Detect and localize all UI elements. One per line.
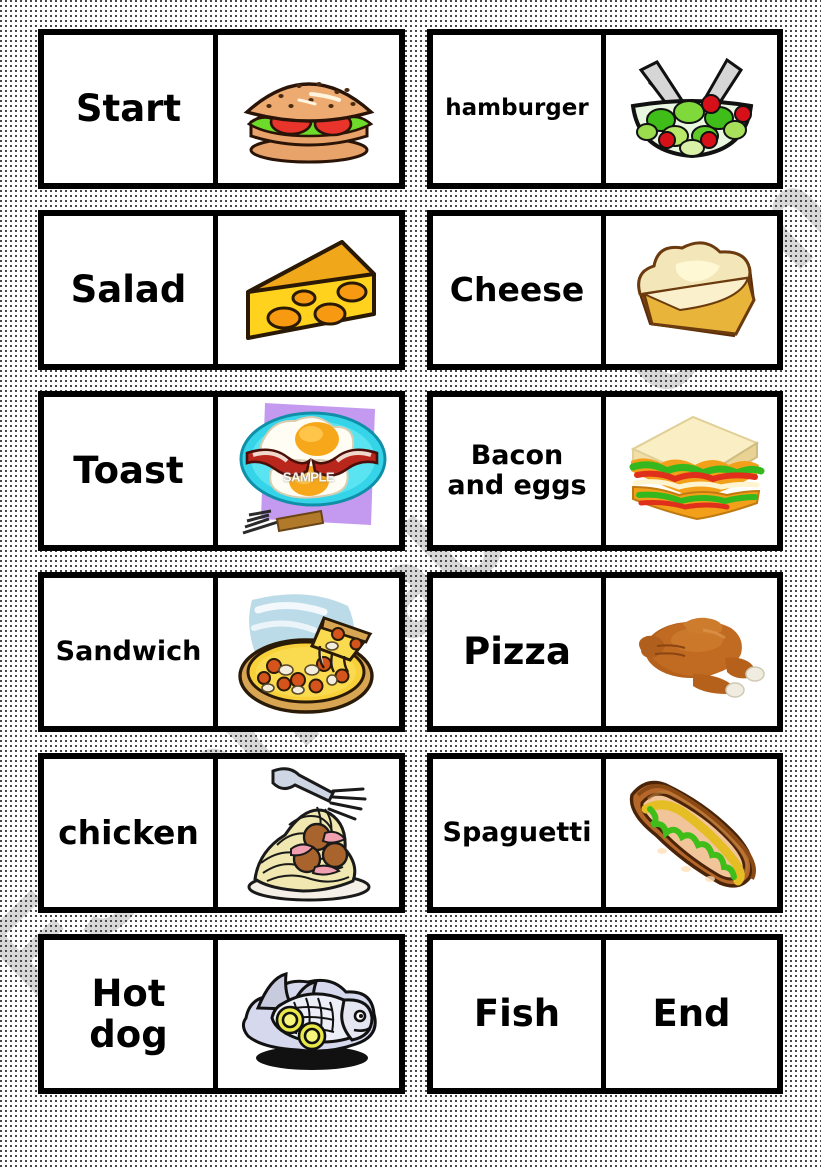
- domino-word-half: Start: [44, 35, 218, 183]
- domino-word-half: Sandwich: [44, 578, 218, 726]
- domino-word-label: Hot dog: [89, 971, 168, 1056]
- domino-picture-half: [606, 216, 777, 364]
- domino-card-cheese-toast[interactable]: Cheese: [427, 210, 783, 370]
- domino-word-half: Hot dog: [44, 940, 218, 1088]
- domino-card-salad-cheese[interactable]: Salad: [38, 210, 405, 370]
- domino-row: Toast SAMPLE Bacon and eggs: [38, 391, 783, 551]
- domino-card-toast-baconeggs[interactable]: Toast SAMPLE: [38, 391, 405, 551]
- pizza-icon: [237, 594, 374, 714]
- worksheet-page: ESLprintables.com Start hamburger Salad …: [0, 0, 821, 1169]
- domino-word-label: Fish: [473, 992, 561, 1036]
- domino-word-label: chicken: [58, 812, 199, 852]
- domino-row: Salad Cheese: [38, 210, 783, 370]
- domino-word-label-second: End: [652, 992, 731, 1036]
- domino-card-hamburger-salad[interactable]: hamburger: [427, 29, 783, 189]
- domino-word-half: Salad: [44, 216, 218, 364]
- domino-row: Start hamburger: [38, 29, 783, 189]
- domino-word-label: Spaguetti: [442, 816, 592, 848]
- domino-word-half: Bacon and eggs: [433, 397, 606, 545]
- roast-chicken-icon: [638, 617, 765, 698]
- domino-word-label: Pizza: [463, 630, 571, 674]
- domino-word-label: Bacon and eggs: [447, 439, 587, 501]
- domino-word-label: Toast: [73, 449, 184, 493]
- bacon-and-eggs-icon: [239, 403, 386, 535]
- domino-word-half-second: End: [606, 940, 777, 1088]
- domino-word-label: Salad: [70, 268, 187, 312]
- domino-word-half: Pizza: [433, 578, 606, 726]
- domino-card-start-hamburger[interactable]: Start: [38, 29, 405, 189]
- salad-bowl-icon: [630, 57, 753, 159]
- domino-picture-half: [218, 759, 399, 907]
- domino-word-label: Cheese: [449, 269, 585, 309]
- domino-picture-half: [218, 216, 399, 364]
- domino-picture-half: [606, 35, 777, 183]
- domino-row: chicken Spaguetti: [38, 753, 783, 913]
- domino-card-chicken-spaguetti[interactable]: chicken: [38, 753, 405, 913]
- fish-icon: [241, 972, 377, 1070]
- domino-card-sandwich-pizza[interactable]: Sandwich: [38, 572, 405, 732]
- buttered-toast-icon: [636, 241, 756, 338]
- domino-word-half: chicken: [44, 759, 218, 907]
- domino-picture-half: SAMPLE: [218, 397, 399, 545]
- domino-word-label: hamburger: [445, 95, 589, 122]
- domino-picture-half: [606, 759, 777, 907]
- domino-picture-half: [218, 35, 399, 183]
- spaghetti-icon: [247, 767, 370, 902]
- cheese-wedge-icon: [245, 240, 376, 340]
- domino-word-half: Cheese: [433, 216, 606, 364]
- domino-word-half: hamburger: [433, 35, 606, 183]
- domino-picture-half: [218, 940, 399, 1088]
- domino-word-half: Fish: [433, 940, 606, 1088]
- domino-picture-half: [218, 578, 399, 726]
- domino-picture-half: [606, 578, 777, 726]
- hamburger-icon: [243, 82, 374, 164]
- domino-word-label: Start: [75, 87, 182, 131]
- domino-picture-half: [606, 397, 777, 545]
- domino-grid: Start hamburger Salad Cheese Toast SAMPL…: [38, 29, 783, 1094]
- hot-dog-icon: [629, 780, 756, 888]
- domino-card-fish-end[interactable]: Fish End: [427, 934, 783, 1094]
- domino-card-spaguetti-hotdog[interactable]: Spaguetti: [427, 753, 783, 913]
- domino-word-label: Sandwich: [55, 635, 202, 667]
- domino-card-baconeggs-sandwich[interactable]: Bacon and eggs: [427, 391, 783, 551]
- domino-word-half: Spaguetti: [433, 759, 606, 907]
- domino-row: Sandwich Pizza: [38, 572, 783, 732]
- sandwich-icon: [629, 415, 764, 521]
- domino-row: Hot dog Fish End: [38, 934, 783, 1094]
- domino-card-hotdog-fish[interactable]: Hot dog: [38, 934, 405, 1094]
- domino-word-half: Toast: [44, 397, 218, 545]
- domino-card-pizza-chicken[interactable]: Pizza: [427, 572, 783, 732]
